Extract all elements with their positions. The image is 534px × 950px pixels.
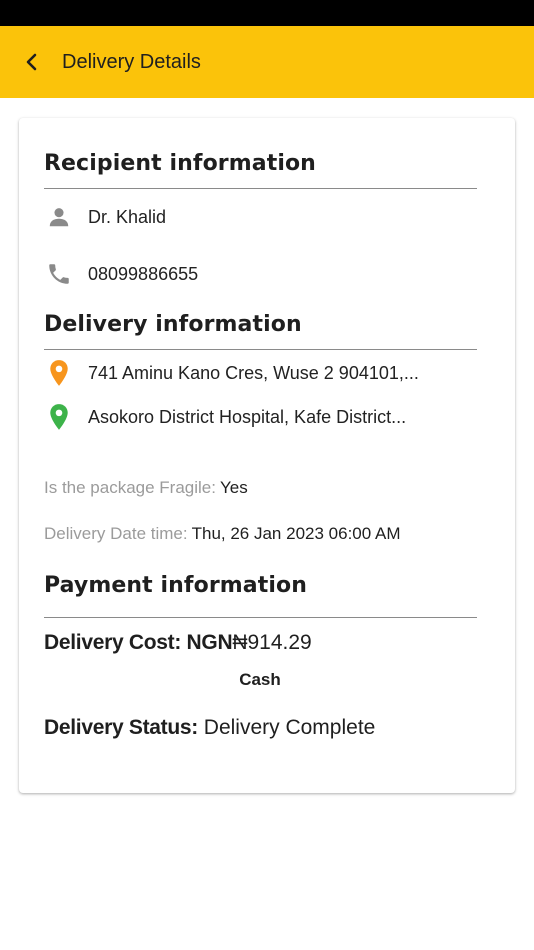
status-bar	[0, 0, 534, 26]
delivery-datetime-row: Delivery Date time: Thu, 26 Jan 2023 06:0…	[44, 524, 400, 544]
fragile-value: Yes	[219, 478, 248, 497]
arrow-back-icon	[26, 53, 37, 71]
fragile-row: Is the package Fragile: Yes	[44, 478, 248, 498]
delivery-status-row: Delivery Status: Delivery Complete	[44, 716, 375, 740]
phone-icon	[44, 259, 74, 289]
fragile-label: Is the package Fragile:	[44, 478, 216, 497]
payment-method: Cash	[239, 670, 281, 689]
back-button[interactable]	[10, 40, 54, 84]
pickup-address-row: 741 Aminu Kano Cres, Wuse 2 904101,...	[44, 358, 419, 388]
delivery-cost-row: Delivery Cost: NGN₦914.29	[44, 631, 312, 655]
app-bar: Delivery Details	[0, 26, 534, 98]
delivery-divider	[44, 349, 477, 350]
location-pin-icon	[44, 358, 74, 388]
recipient-divider	[44, 188, 477, 189]
location-pin-icon	[44, 402, 74, 432]
recipient-name-row: Dr. Khalid	[44, 202, 166, 232]
dropoff-address-row: Asokoro District Hospital, Kafe District…	[44, 402, 406, 432]
recipient-phone-row[interactable]: 08099886655	[44, 259, 198, 289]
recipient-name: Dr. Khalid	[88, 206, 167, 227]
delivery-datetime-value: Thu, 26 Jan 2023 06:00 AM	[191, 524, 401, 543]
delivery-cost-label: Delivery Cost: NGN	[44, 631, 233, 654]
delivery-status-value: Delivery Complete	[203, 716, 376, 739]
recipient-phone: 08099886655	[88, 263, 199, 284]
page-title: Delivery Details	[62, 50, 201, 73]
delivery-cost-value: ₦914.29	[232, 631, 312, 654]
payment-section-title: Payment information	[44, 573, 307, 598]
delivery-datetime-label: Delivery Date time:	[44, 524, 188, 543]
dropoff-address: Asokoro District Hospital, Kafe District…	[88, 406, 407, 427]
delivery-section-title: Delivery information	[44, 312, 302, 337]
delivery-details-card: Recipient information Dr. Khalid 0809988…	[19, 118, 515, 793]
pickup-address: 741 Aminu Kano Cres, Wuse 2 904101,...	[88, 362, 419, 383]
payment-divider	[44, 617, 477, 618]
person-icon	[44, 202, 74, 232]
recipient-section-title: Recipient information	[44, 151, 316, 176]
delivery-status-label: Delivery Status:	[44, 716, 198, 739]
